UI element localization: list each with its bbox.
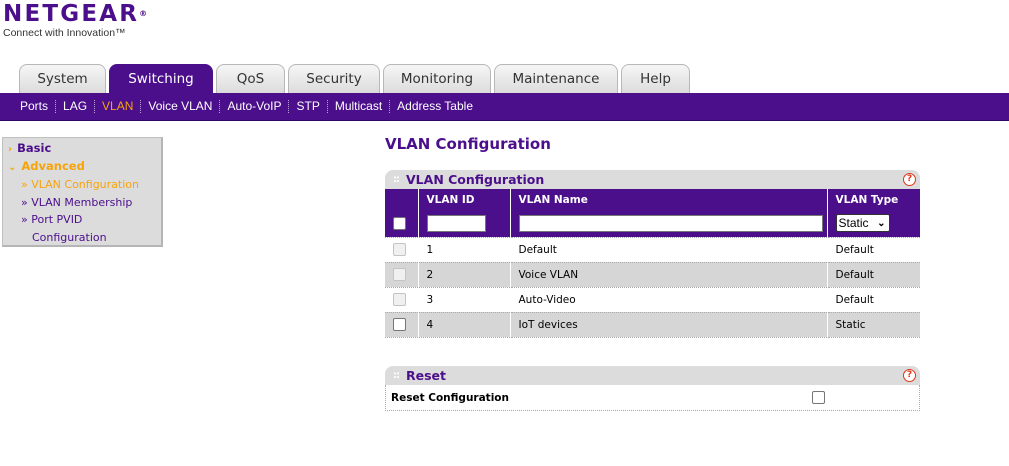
reset-configuration-label: Reset Configuration bbox=[391, 391, 509, 404]
subnav-multicast[interactable]: Multicast bbox=[328, 100, 391, 113]
sub-navigation: Ports LAG VLAN Voice VLAN Auto-VoIP STP … bbox=[0, 93, 1009, 121]
vlan-id-cell: 2 bbox=[418, 262, 511, 288]
new-vlan-row: Static ⌄ bbox=[385, 210, 920, 238]
vlan-name-cell: IoT devices bbox=[510, 312, 828, 338]
help-icon[interactable]: ? bbox=[903, 173, 916, 186]
column-header-select bbox=[385, 189, 419, 210]
vlan-type-cell: Default bbox=[827, 262, 920, 288]
column-header-vlan-name: VLAN Name bbox=[510, 189, 828, 210]
subnav-voice-vlan[interactable]: Voice VLAN bbox=[141, 100, 221, 113]
select-all-checkbox[interactable] bbox=[393, 216, 406, 230]
sidebar: › Basic ⌄ Advanced » VLAN Configuration » … bbox=[2, 137, 163, 247]
help-icon[interactable]: ? bbox=[903, 369, 916, 382]
row-checkbox bbox=[393, 243, 406, 256]
vlan-id-cell: 3 bbox=[418, 287, 511, 313]
reset-row: Reset Configuration bbox=[385, 385, 920, 411]
tab-maintenance[interactable]: Maintenance bbox=[494, 64, 618, 93]
panel-title: VLAN Configuration bbox=[406, 172, 545, 187]
panel-title: Reset bbox=[406, 368, 446, 383]
sidebar-basic[interactable]: › Basic bbox=[8, 141, 51, 155]
row-checkbox[interactable] bbox=[393, 318, 406, 331]
column-header-vlan-id: VLAN ID bbox=[418, 189, 511, 210]
column-header-vlan-type: VLAN Type bbox=[827, 189, 920, 210]
vlan-name-cell: Voice VLAN bbox=[510, 262, 828, 288]
registered-icon: ® bbox=[139, 9, 148, 18]
grip-icon: :: bbox=[393, 370, 400, 381]
sidebar-item-vlan-configuration[interactable]: » VLAN Configuration bbox=[21, 176, 139, 193]
table-row: 1 Default Default bbox=[385, 237, 920, 263]
vlan-type-cell: Default bbox=[827, 237, 920, 263]
panel-header: :: Reset ? bbox=[385, 366, 920, 385]
vlan-id-cell: 4 bbox=[418, 312, 511, 338]
vlan-type-cell: Default bbox=[827, 287, 920, 313]
table-row: 2 Voice VLAN Default bbox=[385, 262, 920, 288]
table-row: 3 Auto-Video Default bbox=[385, 287, 920, 313]
brand-name: NETGEAR bbox=[3, 1, 140, 27]
vlan-type-cell: Static bbox=[827, 312, 920, 338]
vlan-configuration-panel: :: VLAN Configuration ? VLAN ID VLAN Nam… bbox=[385, 170, 920, 338]
reset-panel: :: Reset ? Reset Configuration bbox=[385, 366, 920, 411]
vlan-table: VLAN ID VLAN Name VLAN Type Static ⌄ 1 De… bbox=[385, 189, 920, 338]
subnav-ports[interactable]: Ports bbox=[13, 100, 57, 113]
row-checkbox bbox=[393, 293, 406, 306]
netgear-logo: NETGEAR® Connect with Innovation™ bbox=[3, 2, 147, 39]
subnav-vlan[interactable]: VLAN bbox=[95, 100, 142, 113]
vlan-type-select[interactable]: Static ⌄ bbox=[835, 214, 890, 233]
grip-icon: :: bbox=[393, 174, 400, 185]
tab-switching[interactable]: Switching bbox=[109, 64, 213, 93]
sidebar-item-port-pvid-configuration[interactable]: Configuration bbox=[32, 229, 107, 246]
vlan-id-cell: 1 bbox=[418, 237, 511, 263]
table-header-row: VLAN ID VLAN Name VLAN Type bbox=[385, 189, 920, 210]
brand-tagline: Connect with Innovation™ bbox=[3, 27, 126, 39]
table-row: 4 IoT devices Static bbox=[385, 312, 920, 338]
vlan-name-cell: Default bbox=[510, 237, 828, 263]
tab-qos[interactable]: QoS bbox=[216, 64, 285, 93]
vlan-id-input[interactable] bbox=[426, 214, 486, 232]
subnav-stp[interactable]: STP bbox=[289, 100, 328, 113]
subnav-auto-voip[interactable]: Auto-VoIP bbox=[220, 100, 290, 113]
sidebar-basic-label: Basic bbox=[17, 141, 52, 155]
subnav-lag[interactable]: LAG bbox=[56, 100, 96, 113]
subnav-address-table[interactable]: Address Table bbox=[390, 100, 480, 113]
vlan-name-cell: Auto-Video bbox=[510, 287, 828, 313]
main-tabs: System Switching QoS Security Monitoring… bbox=[19, 64, 693, 93]
sidebar-advanced[interactable]: ⌄ Advanced bbox=[8, 159, 85, 173]
row-checkbox bbox=[393, 268, 406, 281]
tab-help[interactable]: Help bbox=[621, 64, 690, 93]
chevron-down-icon: ⌄ bbox=[8, 162, 17, 173]
chevron-down-icon: ⌄ bbox=[877, 217, 886, 229]
sidebar-advanced-label: Advanced bbox=[21, 159, 85, 173]
vlan-type-select-value: Static bbox=[838, 216, 869, 231]
page-title: VLAN Configuration bbox=[385, 135, 551, 153]
tab-security[interactable]: Security bbox=[288, 64, 380, 93]
vlan-name-input[interactable] bbox=[518, 214, 823, 232]
panel-header: :: VLAN Configuration ? bbox=[385, 170, 920, 189]
tab-monitoring[interactable]: Monitoring bbox=[383, 64, 491, 93]
chevron-right-icon: › bbox=[8, 144, 13, 155]
tab-system[interactable]: System bbox=[19, 64, 106, 93]
sidebar-item-vlan-membership[interactable]: » VLAN Membership bbox=[21, 194, 132, 211]
reset-configuration-checkbox[interactable] bbox=[812, 391, 825, 404]
sidebar-item-port-pvid[interactable]: » Port PVID bbox=[21, 211, 82, 228]
